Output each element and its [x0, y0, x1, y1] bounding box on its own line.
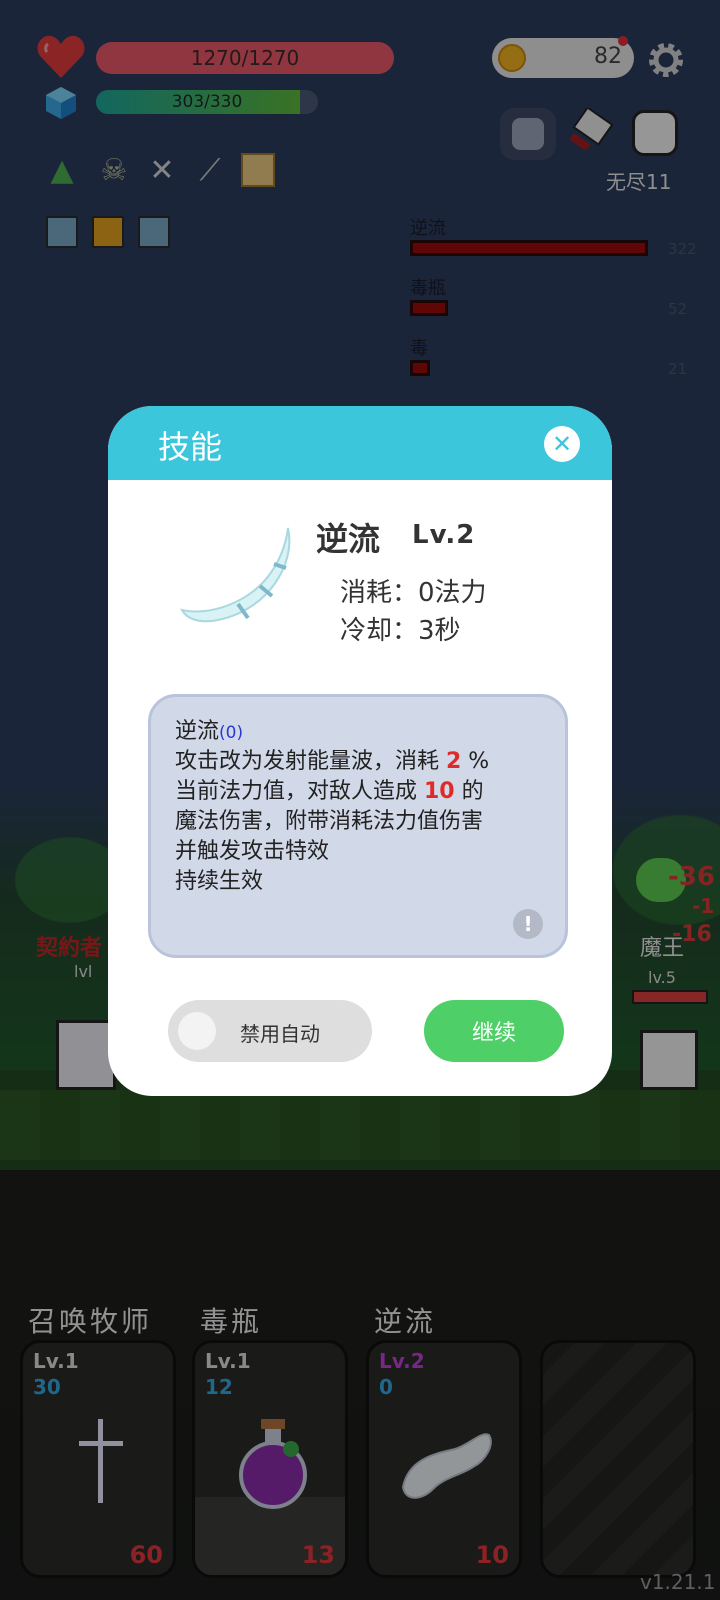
desc-title-count: (0) — [219, 723, 244, 743]
description-title: 逆流(0) — [175, 713, 243, 745]
desc-title-text: 逆流 — [175, 719, 220, 744]
toggle-label: 禁用自动 — [240, 1022, 320, 1046]
backflow-skill-icon — [178, 524, 298, 628]
desc-number: 10 — [424, 779, 455, 804]
info-icon[interactable]: ! — [513, 909, 543, 939]
close-icon[interactable]: ✕ — [544, 426, 580, 462]
skill-level: Lv.2 — [412, 520, 476, 550]
description-line: 并触发攻击特效 — [175, 839, 330, 864]
description-line: 魔法伤害，附带消耗法力值伤害 — [175, 809, 484, 834]
desc-text: % — [461, 749, 490, 774]
desc-number: 2 — [446, 749, 462, 774]
skill-cooldown: 冷却：3秒 — [340, 616, 461, 646]
toggle-knob — [178, 1012, 216, 1050]
description-line: 持续生效 — [175, 869, 264, 894]
skill-name: 逆流 — [316, 520, 381, 558]
description-line: 攻击改为发射能量波，消耗 2 % — [175, 743, 489, 775]
desc-text: 的 — [454, 779, 484, 804]
dialog-title: 技能 — [158, 428, 223, 466]
skill-description-box: 逆流(0) 攻击改为发射能量波，消耗 2 % 当前法力值，对敌人造成 10 的 … — [148, 694, 568, 958]
disable-auto-toggle[interactable]: 禁用自动 — [168, 1000, 372, 1062]
skill-cost: 消耗：0法力 — [340, 578, 487, 608]
skill-dialog: 技能 ✕ 逆流 Lv.2 消耗：0法力 冷却：3秒 逆流(0) 攻击改为发射能量… — [108, 406, 612, 1096]
continue-button[interactable]: 继续 — [424, 1000, 564, 1062]
desc-text: 攻击改为发射能量波，消耗 — [175, 749, 446, 774]
desc-text: 当前法力值，对敌人造成 — [175, 779, 424, 804]
description-line: 当前法力值，对敌人造成 10 的 — [175, 773, 484, 805]
